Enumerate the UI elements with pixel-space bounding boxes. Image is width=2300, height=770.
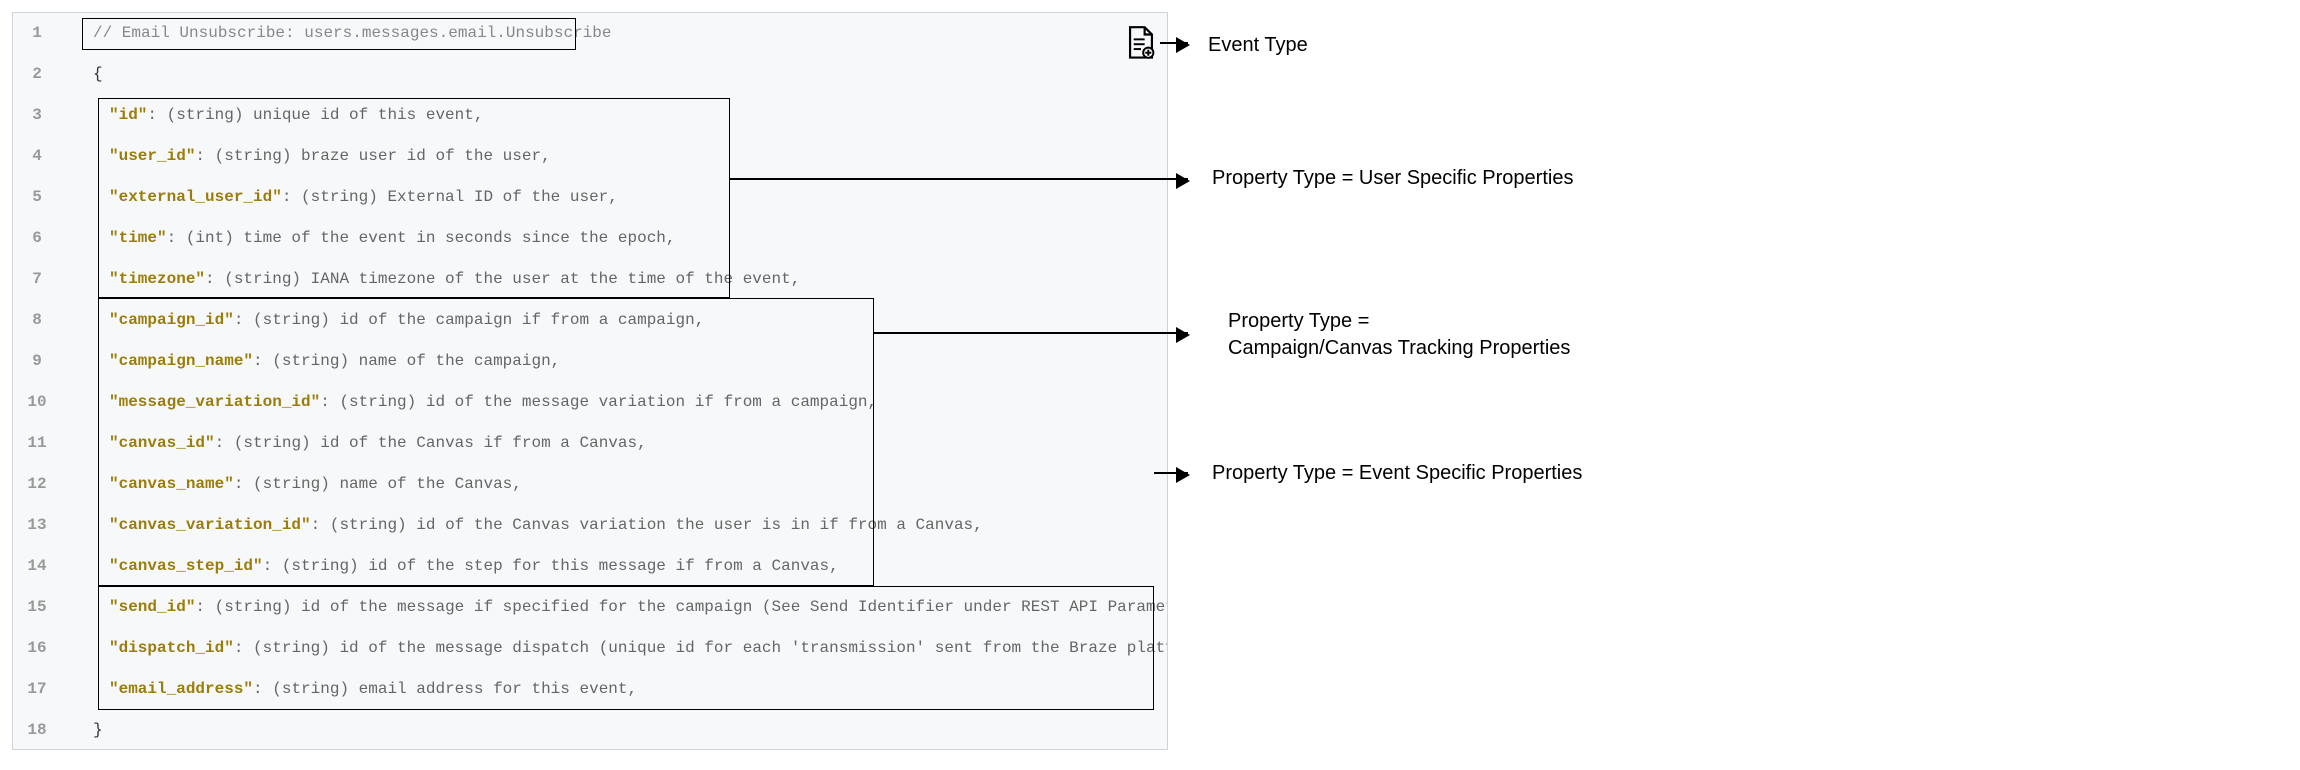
diagram-stage: 1 // Email Unsubscribe: users.messages.e…: [12, 12, 2288, 758]
line-number: 13: [13, 505, 61, 546]
annotation-event-type: Event Type: [1208, 32, 1308, 59]
code-line: 12 "canvas_name": (string) name of the C…: [13, 464, 1167, 505]
code-line: 11 "canvas_id": (string) id of the Canva…: [13, 423, 1167, 464]
code-line: 8 "campaign_id": (string) id of the camp…: [13, 300, 1167, 341]
line-number: 11: [13, 423, 61, 464]
line-number: 18: [13, 710, 61, 750]
code-line: 3 "id": (string) unique id of this event…: [13, 95, 1167, 136]
annotation-tracking-props: Property Type = Campaign/Canvas Tracking…: [1228, 308, 1570, 362]
json-desc: : (string) name of the campaign,: [253, 352, 560, 370]
line-number: 9: [13, 341, 61, 382]
code-line: 2 {: [13, 54, 1167, 95]
code-line: 4 "user_id": (string) braze user id of t…: [13, 136, 1167, 177]
json-key: "canvas_name": [109, 475, 234, 493]
json-desc: : (string) name of the Canvas,: [234, 475, 522, 493]
json-desc: : (string) id of the message variation i…: [320, 393, 877, 411]
document-add-icon[interactable]: [1126, 26, 1156, 60]
line-number: 5: [13, 177, 61, 218]
arrow-event-props: [1154, 472, 1188, 474]
json-key: "campaign_name": [109, 352, 253, 370]
json-desc: : (int) time of the event in seconds sin…: [167, 229, 676, 247]
line-number: 17: [13, 669, 61, 710]
code-line: 18 }: [13, 710, 1167, 750]
arrow-tracking-props: [874, 332, 1188, 334]
line-number: 10: [13, 382, 61, 423]
annotation-event-props: Property Type = Event Specific Propertie…: [1212, 460, 1582, 487]
line-number: 14: [13, 546, 61, 587]
json-key: "send_id": [109, 598, 195, 616]
annotation-user-props: Property Type = User Specific Properties: [1212, 165, 1573, 192]
code-comment: // Email Unsubscribe: users.messages.ema…: [93, 24, 611, 42]
json-desc: : (string) id of the message if specifie…: [195, 598, 1168, 616]
json-key: "dispatch_id": [109, 639, 234, 657]
line-number: 12: [13, 464, 61, 505]
json-key: "campaign_id": [109, 311, 234, 329]
line-number: 2: [13, 54, 61, 95]
code-block: 1 // Email Unsubscribe: users.messages.e…: [12, 12, 1168, 750]
line-number: 16: [13, 628, 61, 669]
code-line: 13 "canvas_variation_id": (string) id of…: [13, 505, 1167, 546]
code-line: 16 "dispatch_id": (string) id of the mes…: [13, 628, 1167, 669]
json-key: "time": [109, 229, 167, 247]
json-key: "email_address": [109, 680, 253, 698]
json-desc: : (string) braze user id of the user,: [195, 147, 550, 165]
code-line: 17 "email_address": (string) email addre…: [13, 669, 1167, 710]
json-desc: : (string) id of the step for this messa…: [263, 557, 839, 575]
json-key: "timezone": [109, 270, 205, 288]
line-number: 1: [13, 13, 61, 54]
json-key: "canvas_variation_id": [109, 516, 311, 534]
json-desc: : (string) id of the Canvas variation th…: [311, 516, 983, 534]
json-desc: : (string) IANA timezone of the user at …: [205, 270, 800, 288]
open-brace: {: [93, 65, 103, 83]
arrow-event-type: [1160, 42, 1188, 44]
json-desc: : (string) id of the message dispatch (u…: [234, 639, 1168, 657]
json-key: "message_variation_id": [109, 393, 320, 411]
code-line: 10 "message_variation_id": (string) id o…: [13, 382, 1167, 423]
line-number: 6: [13, 218, 61, 259]
json-key: "external_user_id": [109, 188, 282, 206]
line-number: 15: [13, 587, 61, 628]
json-key: "canvas_id": [109, 434, 215, 452]
line-number: 7: [13, 259, 61, 300]
code-line: 5 "external_user_id": (string) External …: [13, 177, 1167, 218]
code-line: 7 "timezone": (string) IANA timezone of …: [13, 259, 1167, 300]
code-line: 14 "canvas_step_id": (string) id of the …: [13, 546, 1167, 587]
line-number: 8: [13, 300, 61, 341]
arrow-user-props: [730, 178, 1188, 180]
json-desc: : (string) id of the campaign if from a …: [234, 311, 704, 329]
json-desc: : (string) email address for this event,: [253, 680, 637, 698]
json-desc: : (string) unique id of this event,: [147, 106, 483, 124]
json-desc: : (string) id of the Canvas if from a Ca…: [215, 434, 647, 452]
close-brace: }: [93, 721, 103, 739]
code-line: 1 // Email Unsubscribe: users.messages.e…: [13, 13, 1167, 54]
line-number: 3: [13, 95, 61, 136]
json-key: "user_id": [109, 147, 195, 165]
code-line: 15 "send_id": (string) id of the message…: [13, 587, 1167, 628]
json-key: "id": [109, 106, 147, 124]
json-key: "canvas_step_id": [109, 557, 263, 575]
json-desc: : (string) External ID of the user,: [282, 188, 618, 206]
code-lines: 1 // Email Unsubscribe: users.messages.e…: [13, 13, 1167, 750]
code-line: 6 "time": (int) time of the event in sec…: [13, 218, 1167, 259]
line-number: 4: [13, 136, 61, 177]
code-line: 9 "campaign_name": (string) name of the …: [13, 341, 1167, 382]
